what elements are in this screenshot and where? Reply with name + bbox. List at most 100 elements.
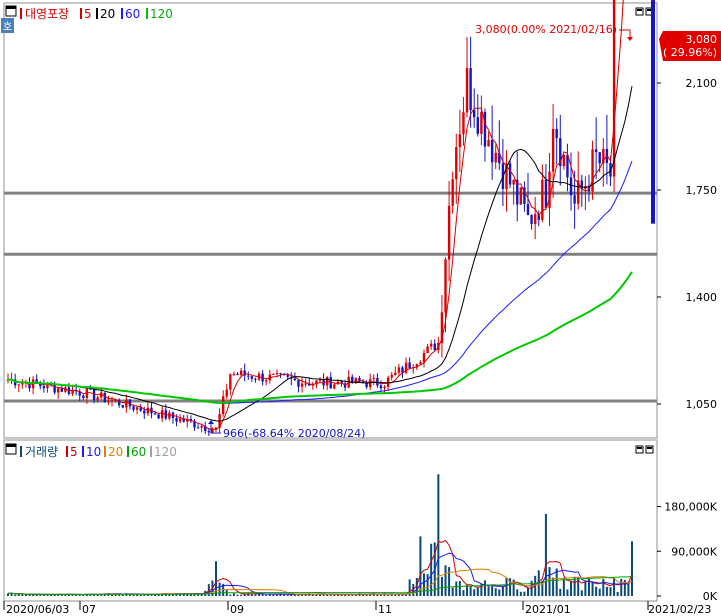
volume-bar	[275, 594, 278, 596]
volume-legend: 거래량 5 10 20 60 120	[20, 445, 177, 459]
candle-body	[483, 111, 487, 147]
current-price-change: ( 29.96%)	[663, 46, 717, 59]
x-tick-label: 2021/02/23	[648, 603, 711, 616]
volume-axis: 180,000K 90,000K 0K	[657, 501, 718, 603]
volume-bar	[326, 594, 329, 596]
candle-body	[555, 128, 558, 139]
candle-body	[390, 374, 393, 378]
candle-body	[408, 362, 411, 369]
volume-bar	[451, 587, 454, 596]
volume-bar	[401, 594, 404, 596]
volume-bar	[516, 589, 519, 596]
current-down-bar	[651, 0, 655, 224]
volume-bar	[272, 594, 275, 596]
current-price-value: 3,080	[686, 33, 718, 46]
volume-bar	[584, 581, 587, 596]
volume-bar	[14, 594, 17, 596]
volume-tick-label: 90,000K	[671, 545, 717, 558]
candle-body	[379, 385, 383, 389]
candle-body	[157, 414, 160, 419]
candle-body	[508, 163, 512, 185]
x-tick-label: 07	[82, 603, 96, 616]
volume-bar	[75, 594, 78, 596]
volume-bar	[523, 591, 526, 596]
candle-body	[533, 214, 537, 224]
candle-body	[207, 430, 211, 433]
candle-body	[275, 372, 279, 374]
volume-bar	[458, 581, 461, 596]
volume-bar	[229, 594, 232, 596]
volume-tick-label: 180,000K	[664, 501, 717, 514]
ma60-label: 60	[125, 7, 140, 21]
candle-body	[451, 179, 454, 206]
volume-bar	[562, 577, 565, 596]
volume-bar	[473, 589, 476, 596]
candle-body	[562, 154, 566, 167]
candle-body	[419, 362, 422, 365]
candle-body	[551, 128, 555, 172]
volume-bar	[494, 588, 497, 596]
candle-body	[455, 147, 458, 180]
candle-body	[161, 410, 164, 419]
volume-bar	[483, 580, 486, 596]
candle-body	[229, 374, 232, 390]
candle-body	[107, 400, 110, 403]
candle-body	[544, 180, 548, 208]
candle-body	[469, 68, 472, 111]
volume-bar	[139, 594, 142, 596]
volume-bar	[297, 594, 300, 596]
candle-body	[135, 407, 139, 410]
volume-bar	[566, 589, 569, 596]
candle-body	[121, 405, 124, 408]
volume-bar	[333, 594, 336, 596]
side-badge-text: 호	[3, 21, 12, 33]
candle-body	[429, 343, 433, 347]
candle-body	[17, 384, 20, 386]
price-tick-label: 1,750	[686, 184, 718, 197]
candle-body	[444, 259, 447, 313]
price-tick-label: 2,100	[686, 77, 718, 90]
volume-bar	[448, 567, 451, 596]
candle-body	[594, 149, 598, 153]
candle-body	[569, 177, 573, 196]
candle-body	[254, 378, 257, 380]
volume-bar	[236, 594, 239, 596]
volume-bar	[28, 594, 31, 596]
candle-body	[125, 399, 128, 408]
volume-bar	[121, 594, 124, 596]
volume-bar	[598, 588, 601, 596]
volume-bar	[286, 595, 289, 596]
candle-body	[458, 134, 462, 148]
candle-body	[232, 373, 236, 375]
volume-bar	[527, 587, 529, 596]
volume-bar	[469, 585, 472, 596]
ma5-label: 5	[84, 7, 92, 21]
candle-body	[221, 396, 225, 415]
volume-bar	[616, 591, 619, 596]
candle-body	[82, 395, 85, 399]
x-tick-label: 09	[230, 603, 244, 616]
x-tick-label: 2020/06/03	[6, 603, 69, 616]
candle-body	[318, 379, 322, 381]
volume-bar	[240, 594, 243, 596]
candle-body	[211, 429, 214, 433]
candle-body	[465, 68, 469, 113]
candle-body	[422, 352, 426, 363]
volume-bar	[394, 594, 397, 596]
volume-bar	[631, 541, 633, 596]
x-tick-label: 11	[378, 603, 392, 616]
ma120-label: 120	[150, 7, 173, 21]
candle-body	[132, 406, 135, 410]
volume-bar	[419, 536, 422, 596]
volume-bar	[430, 543, 433, 596]
volume-bar	[440, 576, 443, 596]
candle-body	[426, 346, 429, 353]
candle-body	[512, 179, 515, 185]
candle-body	[526, 204, 530, 215]
volume-bar	[376, 594, 379, 596]
candle-body	[286, 375, 289, 377]
candle-body	[394, 372, 397, 375]
vol-ma120-label: 120	[154, 445, 177, 459]
candle-body	[57, 388, 60, 393]
x-tick-label: 2021/01	[525, 603, 571, 616]
